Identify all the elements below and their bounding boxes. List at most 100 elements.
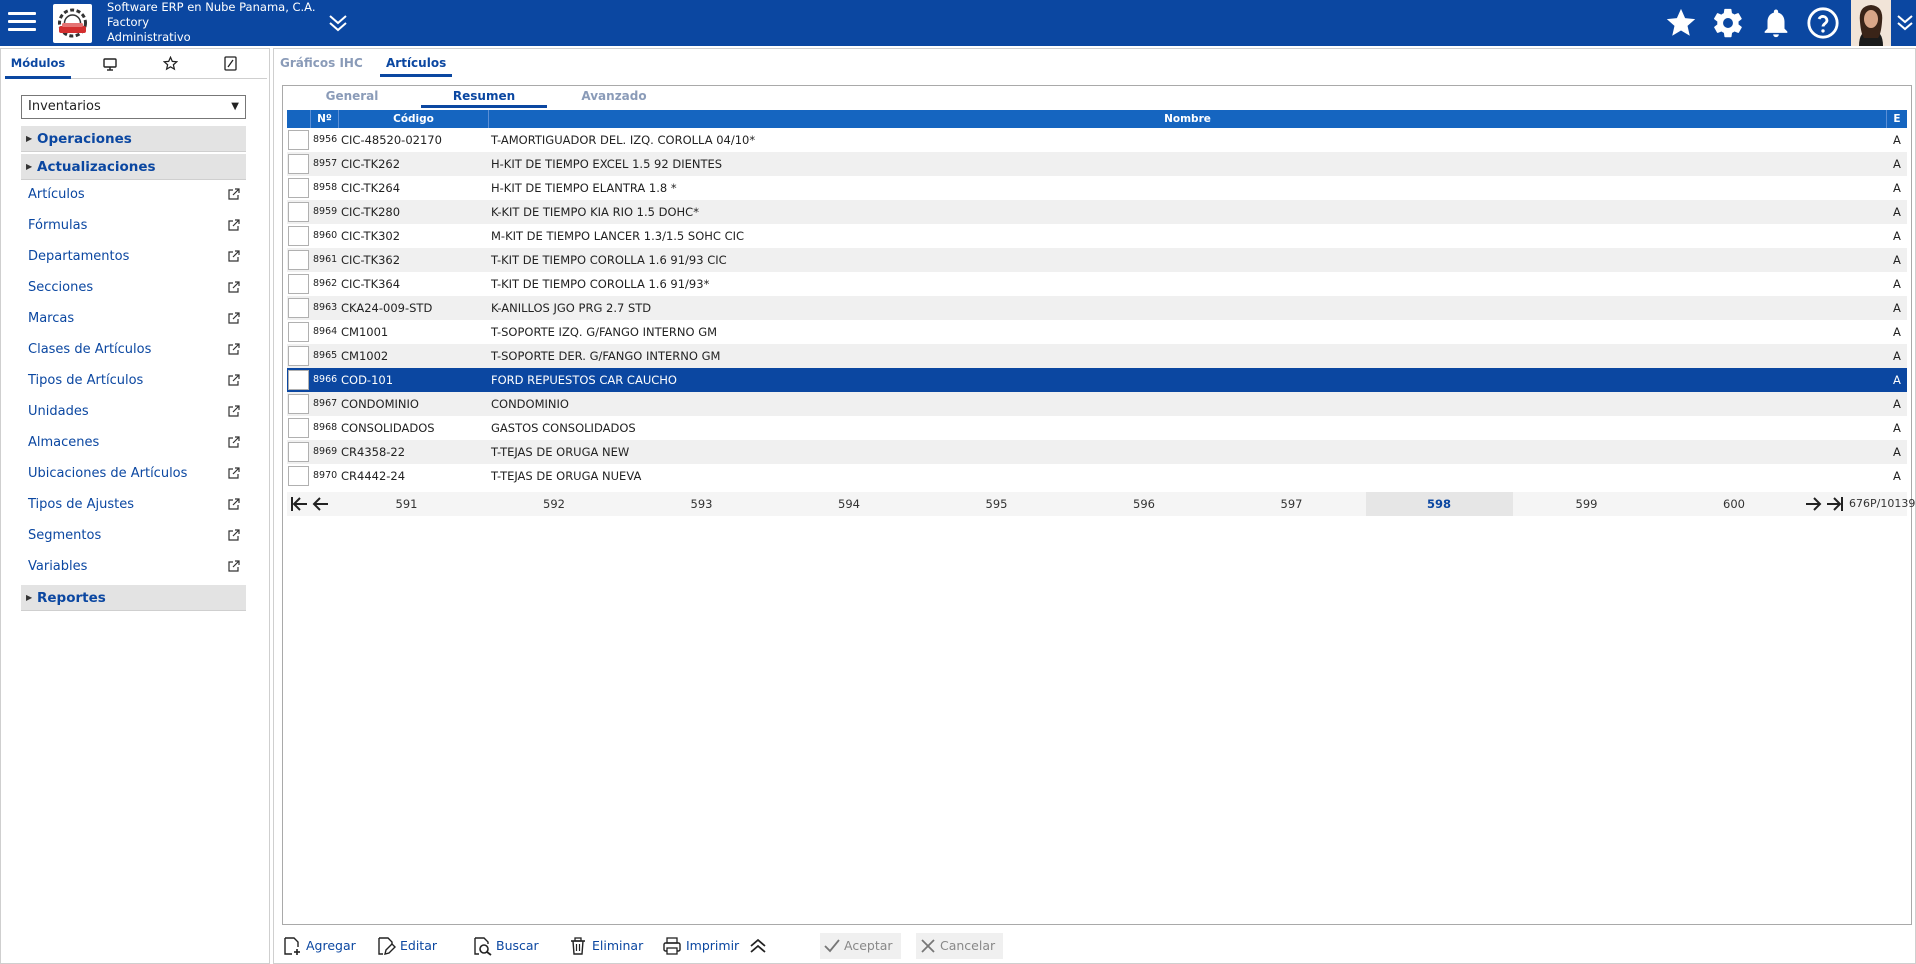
row-checkbox[interactable] xyxy=(288,346,309,366)
section-reportes[interactable]: ▶ Reportes xyxy=(21,585,246,611)
row-checkbox[interactable] xyxy=(288,370,309,390)
header-e[interactable]: E xyxy=(1887,110,1907,128)
sidebar-item-almacenes[interactable]: Almacenes xyxy=(28,432,240,454)
row-checkbox[interactable] xyxy=(288,418,309,438)
row-number: 8957 xyxy=(313,158,338,169)
sidebar-item-clases-de-articulos[interactable]: Clases de Artículos xyxy=(28,339,240,361)
page-link[interactable]: 597 xyxy=(1218,492,1365,516)
sidebar-item-unidades[interactable]: Unidades xyxy=(28,401,240,423)
table-row[interactable]: 8959 CIC-TK280 K-KIT DE TIEMPO KIA RIO 1.5… xyxy=(287,200,1907,224)
page-link[interactable]: 594 xyxy=(776,492,923,516)
table-row[interactable]: 8963 CKA24-009-STD K-ANILLOS JGO PRG 2.7 S… xyxy=(287,296,1907,320)
bell-icon[interactable] xyxy=(1759,6,1793,40)
tab-graficos-ihc[interactable]: Gráficos IHC xyxy=(280,53,363,77)
table-row[interactable]: 8962 CIC-TK364 T-KIT DE TIEMPO COROLLA 1.6… xyxy=(287,272,1907,296)
tab-articulos[interactable]: Artículos xyxy=(380,53,453,77)
row-name: T-KIT DE TIEMPO COROLLA 1.6 91/93* xyxy=(491,277,710,291)
last-page-icon[interactable] xyxy=(1825,495,1845,513)
page-link[interactable]: 595 xyxy=(923,492,1070,516)
row-checkbox[interactable] xyxy=(288,154,309,174)
table-row[interactable]: 8961 CIC-TK362 T-KIT DE TIEMPO COROLLA 1.6… xyxy=(287,248,1907,272)
delete-button[interactable]: Eliminar xyxy=(568,933,643,959)
header-nombre[interactable]: Nombre xyxy=(489,110,1887,128)
tab-modulos[interactable]: Módulos xyxy=(5,51,71,79)
table-row[interactable]: 8964 CM1001 T-SOPORTE IZQ. G/FANGO INTERNO… xyxy=(287,320,1907,344)
row-number: 8967 xyxy=(313,398,338,409)
monitor-icon[interactable] xyxy=(95,55,125,83)
row-checkbox[interactable] xyxy=(288,442,309,462)
sidebar-item-secciones[interactable]: Secciones xyxy=(28,277,240,299)
edit-button[interactable]: Editar xyxy=(376,933,437,959)
sidebar-item-formulas[interactable]: Fórmulas xyxy=(28,215,240,237)
sidebar-item-articulos[interactable]: Artículos xyxy=(28,184,240,206)
subtab-resumen[interactable]: Resumen xyxy=(421,86,547,108)
section-actualizaciones[interactable]: ▶ Actualizaciones xyxy=(21,154,246,180)
page-link[interactable]: 599 xyxy=(1513,492,1660,516)
sidebar-item-tipos-de-ajustes[interactable]: Tipos de Ajustes xyxy=(28,494,240,516)
table-row[interactable]: 8969 CR4358-22 T-TEJAS DE ORUGA NEW A xyxy=(287,440,1907,464)
first-page-icon[interactable] xyxy=(289,495,309,513)
table-row[interactable]: 8968 CONSOLIDADOS GASTOS CONSOLIDADOS A xyxy=(287,416,1907,440)
accept-button[interactable]: Aceptar xyxy=(820,933,901,959)
sidebar-item-label: Ubicaciones de Artículos xyxy=(28,466,188,481)
page-link[interactable]: 598 xyxy=(1365,492,1513,516)
search-button[interactable]: Buscar xyxy=(472,933,539,959)
user-avatar[interactable] xyxy=(1851,0,1891,46)
chevron-double-down-icon[interactable] xyxy=(326,12,350,34)
sidebar-item-tipos-de-articulos[interactable]: Tipos de Artículos xyxy=(28,370,240,392)
sidebar-item-ubicaciones-de-articulos[interactable]: Ubicaciones de Artículos xyxy=(28,463,240,485)
header-num[interactable]: Nº xyxy=(311,110,339,128)
help-icon[interactable] xyxy=(1806,6,1840,40)
sidebar-item-marcas[interactable]: Marcas xyxy=(28,308,240,330)
row-code: CIC-TK280 xyxy=(341,205,401,219)
sidebar-item-variables[interactable]: Variables xyxy=(28,556,240,578)
section-operaciones[interactable]: ▶ Operaciones xyxy=(21,126,246,152)
row-checkbox[interactable] xyxy=(288,274,309,294)
row-checkbox[interactable] xyxy=(288,202,309,222)
row-checkbox[interactable] xyxy=(288,178,309,198)
subtab-avanzado[interactable]: Avanzado xyxy=(551,86,677,108)
print-button[interactable]: Imprimir xyxy=(662,933,739,959)
row-number: 8965 xyxy=(313,350,338,361)
row-code: CONSOLIDADOS xyxy=(341,421,435,435)
cancel-button[interactable]: Cancelar xyxy=(916,933,1004,959)
table-row[interactable]: 8966 COD-101 FORD REPUESTOS CAR CAUCHO A xyxy=(287,368,1907,392)
row-name: K-KIT DE TIEMPO KIA RIO 1.5 DOHC* xyxy=(491,205,699,219)
row-checkbox[interactable] xyxy=(288,298,309,318)
section-label: Actualizaciones xyxy=(37,159,156,175)
add-button[interactable]: Agregar xyxy=(282,933,356,959)
chevron-double-up-icon[interactable] xyxy=(748,933,770,959)
report-icon[interactable] xyxy=(215,55,245,83)
subtab-general[interactable]: General xyxy=(297,86,407,108)
hamburger-menu-icon[interactable] xyxy=(6,8,38,36)
star-icon[interactable] xyxy=(1664,6,1698,40)
row-checkbox[interactable] xyxy=(288,130,309,150)
prev-page-icon[interactable] xyxy=(311,495,331,513)
page-link[interactable]: 600 xyxy=(1661,492,1808,516)
chevron-double-down-icon[interactable] xyxy=(1896,12,1914,34)
module-select[interactable]: Inventarios ▼ xyxy=(21,95,246,119)
row-checkbox[interactable] xyxy=(288,226,309,246)
gear-icon[interactable] xyxy=(1711,6,1745,40)
table-row[interactable]: 8970 CR4442-24 T-TEJAS DE ORUGA NUEVA A xyxy=(287,464,1907,488)
page-link[interactable]: 592 xyxy=(481,492,628,516)
row-checkbox[interactable] xyxy=(288,322,309,342)
row-checkbox[interactable] xyxy=(288,466,309,486)
table-row[interactable]: 8956 CIC-48520-02170 T-AMORTIGUADOR DEL. I… xyxy=(287,128,1907,152)
next-page-icon[interactable] xyxy=(1803,495,1823,513)
row-checkbox[interactable] xyxy=(288,250,309,270)
header-codigo[interactable]: Código xyxy=(339,110,489,128)
sidebar-item-segmentos[interactable]: Segmentos xyxy=(28,525,240,547)
table-row[interactable]: 8960 CIC-TK302 M-KIT DE TIEMPO LANCER 1.3/… xyxy=(287,224,1907,248)
page-link[interactable]: 596 xyxy=(1071,492,1218,516)
page-link[interactable]: 591 xyxy=(333,492,480,516)
row-checkbox[interactable] xyxy=(288,394,309,414)
table-row[interactable]: 8965 CM1002 T-SOPORTE DER. G/FANGO INTERNO… xyxy=(287,344,1907,368)
star-outline-icon[interactable] xyxy=(155,55,185,83)
sidebar-item-departamentos[interactable]: Departamentos xyxy=(28,246,240,268)
table-row[interactable]: 8967 CONDOMINIO CONDOMINIO A xyxy=(287,392,1907,416)
table-row[interactable]: 8958 CIC-TK264 H-KIT DE TIEMPO ELANTRA 1.8… xyxy=(287,176,1907,200)
table-row[interactable]: 8957 CIC-TK262 H-KIT DE TIEMPO EXCEL 1.5 9… xyxy=(287,152,1907,176)
page-link[interactable]: 593 xyxy=(628,492,775,516)
row-name: T-SOPORTE IZQ. G/FANGO INTERNO GM xyxy=(491,325,718,339)
